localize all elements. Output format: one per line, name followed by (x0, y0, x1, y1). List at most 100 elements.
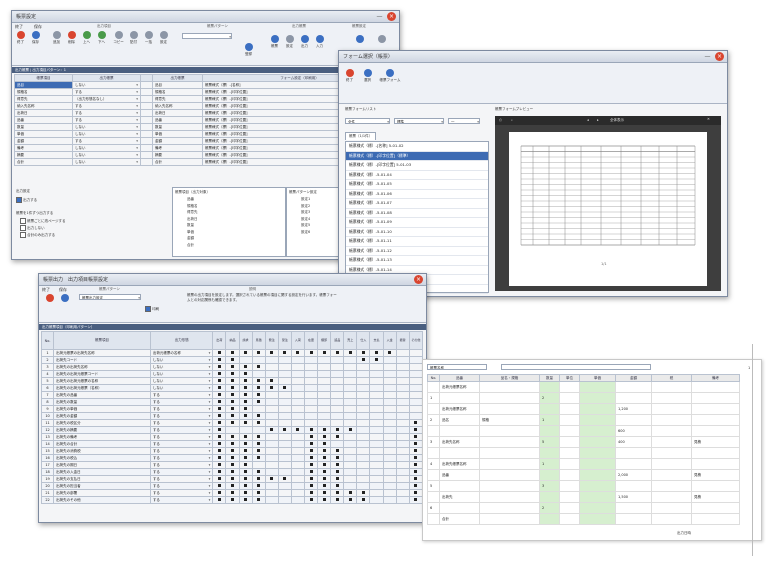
check-cell[interactable] (277, 447, 292, 455)
move-down-button[interactable]: 下へ (95, 31, 108, 44)
check-cell[interactable] (330, 349, 345, 357)
check-cell[interactable] (330, 482, 345, 490)
check-cell[interactable] (343, 384, 358, 392)
check-cell[interactable] (317, 412, 332, 420)
check-cell[interactable] (382, 426, 397, 434)
list-item[interactable]: 帳票様式（標）-5-01-10 (346, 228, 488, 237)
check-cell[interactable] (395, 447, 410, 455)
check-cell[interactable] (290, 370, 305, 378)
check-cell[interactable] (382, 405, 397, 413)
filter-select-1[interactable]: 全件 ▾ (345, 118, 390, 124)
check-cell[interactable] (225, 468, 240, 476)
check-cell[interactable] (264, 412, 279, 420)
check-cell[interactable] (251, 384, 266, 392)
save-button[interactable]: 保存 (29, 31, 42, 44)
print-icon[interactable]: ⎙ (499, 118, 502, 122)
check-cell[interactable] (356, 468, 371, 476)
table-row[interactable]: 2 出荷先コード しない ▾ (40, 356, 424, 364)
check-cell[interactable] (382, 356, 397, 364)
table-row[interactable]: 4 出荷先の出荷元帳票コード しない ▾ (40, 370, 424, 378)
check-cell[interactable] (408, 356, 424, 364)
check-cell[interactable] (330, 433, 345, 441)
filter-select-2[interactable]: 標準 ▾ (394, 118, 444, 124)
close-icon[interactable]: × (715, 52, 724, 61)
settings-button[interactable]: 設定 (157, 31, 170, 44)
check-cell[interactable] (277, 391, 292, 399)
check-cell[interactable] (395, 426, 410, 434)
check-cell[interactable] (277, 496, 292, 504)
check-cell[interactable] (343, 370, 358, 378)
check-cell[interactable] (408, 447, 424, 455)
check-cell[interactable] (264, 398, 279, 406)
list-item[interactable]: 帳票様式（標）-5-01-12 (346, 247, 488, 256)
check-cell[interactable] (303, 363, 319, 371)
check-cell[interactable] (356, 482, 371, 490)
check-cell[interactable] (330, 384, 345, 392)
copy-button[interactable]: コピー (112, 31, 125, 44)
list-item[interactable]: 設定5 (301, 223, 310, 228)
minimize-icon[interactable]: — (375, 12, 384, 21)
check-cell[interactable] (317, 440, 332, 448)
check-cell[interactable] (225, 391, 240, 399)
output-select[interactable]: （出力形態名なし） ▾ (72, 95, 141, 103)
table-row[interactable]: 16 出荷先の税込 する ▾ (40, 454, 424, 462)
table-row[interactable]: 13 出荷先の備考 する ▾ (40, 433, 424, 441)
check-cell[interactable] (238, 489, 253, 497)
check-cell[interactable] (408, 496, 424, 504)
check-cell[interactable] (238, 370, 253, 378)
check-cell[interactable] (382, 468, 397, 476)
exit-button[interactable]: 終了 (343, 69, 356, 82)
check-cell[interactable] (290, 454, 305, 462)
check-cell[interactable] (369, 370, 384, 378)
check-cell[interactable] (303, 454, 319, 462)
output-select[interactable]: する ▾ (149, 489, 214, 497)
check-cell[interactable] (251, 461, 266, 469)
form-button[interactable]: 帳票 (268, 35, 281, 48)
check-cell[interactable] (330, 454, 345, 462)
check-cell[interactable] (395, 489, 410, 497)
check-cell[interactable] (264, 391, 279, 399)
check-cell[interactable] (225, 356, 240, 364)
report-setting-button-2[interactable] (374, 35, 390, 44)
check-cell[interactable] (225, 426, 240, 434)
check-cell[interactable] (369, 440, 384, 448)
check-cell[interactable] (395, 398, 410, 406)
check-cell[interactable] (303, 349, 319, 357)
output-select[interactable]: しない ▾ (149, 370, 214, 378)
check-cell[interactable] (408, 398, 424, 406)
output-select[interactable]: する ▾ (149, 447, 214, 455)
list-item[interactable]: 金額 (187, 236, 194, 241)
check-cell[interactable] (382, 398, 397, 406)
option-item[interactable]: 合計のみ出力する (20, 232, 55, 238)
list-item[interactable]: 設定4 (301, 217, 310, 222)
check-cell[interactable] (277, 461, 292, 469)
output-select[interactable]: する ▾ (149, 433, 214, 441)
check-cell[interactable] (264, 384, 279, 392)
check-cell[interactable] (238, 398, 253, 406)
check-cell[interactable] (225, 370, 240, 378)
check-cell[interactable] (343, 447, 358, 455)
check-cell[interactable] (356, 356, 371, 364)
check-cell[interactable] (277, 349, 292, 357)
check-cell[interactable] (408, 349, 424, 357)
check-cell[interactable] (330, 370, 345, 378)
check-cell[interactable] (369, 363, 384, 371)
check-cell[interactable] (238, 391, 253, 399)
check-cell[interactable] (290, 426, 305, 434)
check-cell[interactable] (303, 475, 319, 483)
check-cell[interactable] (395, 412, 410, 420)
row-action[interactable] (140, 144, 153, 152)
check-cell[interactable] (330, 426, 345, 434)
output-select[interactable]: する ▾ (149, 496, 214, 504)
check-cell[interactable] (408, 377, 424, 385)
check-cell[interactable] (264, 454, 279, 462)
check-cell[interactable] (225, 447, 240, 455)
check-cell[interactable] (212, 468, 227, 476)
check-cell[interactable] (303, 377, 319, 385)
check-cell[interactable] (238, 377, 253, 385)
list-item[interactable]: 設定6 (301, 230, 310, 235)
table-row[interactable]: 10 出荷先の金額 する ▾ (40, 412, 424, 420)
check-cell[interactable] (369, 475, 384, 483)
check-cell[interactable] (264, 447, 279, 455)
check-cell[interactable] (330, 461, 345, 469)
